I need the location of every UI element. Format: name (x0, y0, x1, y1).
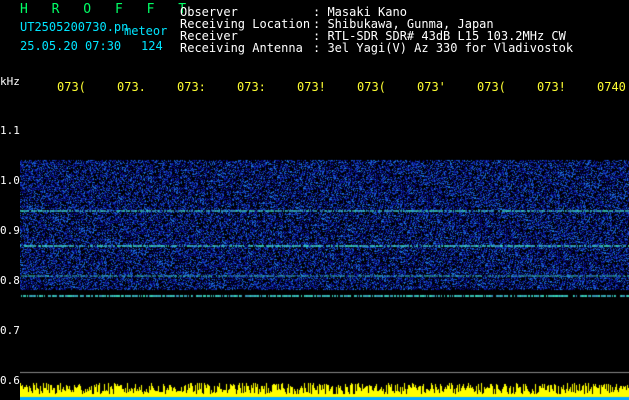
tag-label: meteor (124, 24, 168, 38)
frequency-tick: 0.8 (0, 274, 20, 287)
frequency-tick: 1.1 (0, 124, 20, 137)
meteor-count: 124 (141, 39, 163, 53)
time-tick: 073( (477, 80, 506, 94)
time-tick: 073. (117, 80, 146, 94)
time-tick: 073: (237, 80, 266, 94)
app-brand: H R O F F T (20, 2, 195, 17)
frequency-tick: 0.7 (0, 324, 20, 337)
spectrogram-canvas (20, 100, 629, 400)
filename-label: UT2505200730.pn (20, 20, 129, 34)
antenna-label: Receiving Antenna (180, 41, 303, 55)
time-tick: 073! (537, 80, 566, 94)
time-tick: 073' (417, 80, 446, 94)
time-tick: 0740 (597, 80, 626, 94)
time-tick: 073( (57, 80, 86, 94)
frequency-tick: 1.0 (0, 174, 20, 187)
frequency-tick: 0.6 (0, 374, 20, 387)
antenna-value: : 3el Yagi(V) Az 330 for Vladivostok (313, 41, 574, 55)
frequency-tick: 0.9 (0, 224, 20, 237)
unit-label: kHz (0, 75, 20, 88)
time-tick: 073: (177, 80, 206, 94)
time-tick: 073! (297, 80, 326, 94)
spectrogram (20, 100, 629, 400)
time-tick: 073( (357, 80, 386, 94)
datetime-label: 25.05.20 07:30 (20, 39, 122, 53)
